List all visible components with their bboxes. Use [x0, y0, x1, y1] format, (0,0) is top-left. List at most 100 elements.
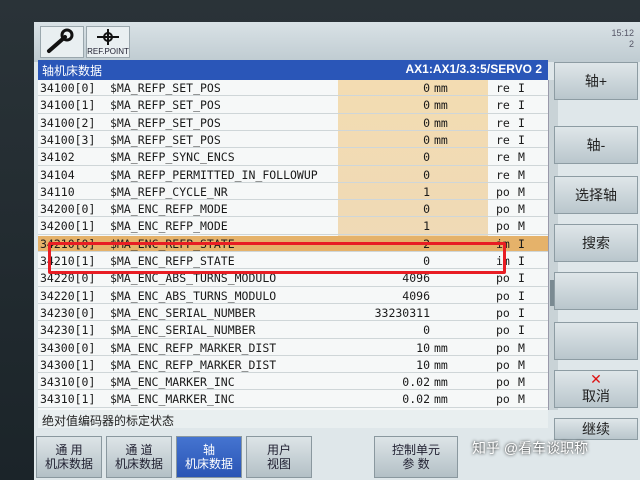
table-row[interactable]: 34310[1] $MA_ENC_MARKER_INC 0.02 mm po M — [38, 391, 548, 408]
param-protection: M — [518, 167, 525, 182]
param-effect: po — [496, 375, 510, 390]
param-protection: M — [518, 184, 525, 199]
param-name: $MA_REFP_PERMITTED_IN_FOLLOWUP — [110, 167, 318, 182]
param-value: 33230311 — [374, 305, 430, 320]
param-protection: M — [518, 375, 525, 390]
param-value: 0 — [423, 323, 430, 338]
param-effect: po — [496, 288, 510, 303]
table-row[interactable]: 34230[0] $MA_ENC_SERIAL_NUMBER 33230311 po I — [38, 305, 548, 322]
cancel-x-icon: ✕ — [590, 371, 602, 387]
table-row[interactable]: 34110 $MA_REFP_CYCLE_NR 1 po M — [38, 184, 548, 201]
table-row[interactable]: 34310[0] $MA_ENC_MARKER_INC 0.02 mm po M — [38, 374, 548, 391]
param-effect: re — [496, 150, 510, 165]
ref-point-button[interactable]: REF.POINT — [86, 26, 130, 58]
param-number: 34100[2] — [40, 115, 96, 130]
param-number: 34310[0] — [40, 375, 96, 390]
ref-point-label: REF.POINT — [87, 47, 129, 56]
param-value: 10 — [416, 357, 430, 372]
title-bar: 轴机床数据 AX1:AX1/3.3:5/SERVO 2 — [38, 60, 548, 80]
param-effect: po — [496, 184, 510, 199]
param-name: $MA_ENC_REFP_MARKER_DIST — [110, 357, 277, 372]
table-row[interactable]: 34102 $MA_REFP_SYNC_ENCS 0 re M — [38, 149, 548, 166]
axis-channel-info: AX1:AX1/3.3:5/SERVO 2 — [405, 62, 542, 76]
param-unit: mm — [434, 357, 448, 372]
param-value: 4096 — [402, 288, 430, 303]
param-effect: po — [496, 340, 510, 355]
param-name: $MA_ENC_SERIAL_NUMBER — [110, 305, 256, 320]
param-value: 0 — [423, 98, 430, 113]
param-number: 34300[0] — [40, 340, 96, 355]
table-row[interactable]: 34300[0] $MA_ENC_REFP_MARKER_DIST 10 mm po M — [38, 340, 548, 356]
param-number: 34102 — [40, 150, 75, 165]
param-effect: po — [496, 357, 510, 372]
param-effect: re — [496, 81, 510, 95]
wrench-icon-button[interactable] — [40, 26, 84, 58]
user-view-tab[interactable]: 用户 视图 — [246, 436, 312, 478]
empty-softkey-1[interactable] — [554, 272, 638, 310]
param-number: 34230[0] — [40, 305, 96, 320]
param-number: 34100[3] — [40, 132, 96, 147]
table-row[interactable]: 34100[0] $MA_REFP_SET_POS 0 mm re I — [38, 80, 548, 97]
table-row[interactable]: 34100[1] $MA_REFP_SET_POS 0 mm re I — [38, 97, 548, 114]
param-name: $MA_ENC_MARKER_INC — [110, 392, 235, 407]
axis-minus-button[interactable]: 轴- — [554, 126, 638, 164]
param-value: 0 — [423, 81, 430, 95]
watermark: 知乎 @看车谈职称 — [472, 440, 589, 456]
param-value: 0 — [423, 115, 430, 130]
ref-point-icon — [97, 29, 119, 45]
clock: 15:12 2 — [611, 28, 634, 49]
param-unit: mm — [434, 132, 448, 147]
param-effect: po — [496, 202, 510, 217]
param-number: 34200[0] — [40, 202, 96, 217]
param-protection: I — [518, 98, 525, 113]
param-name: $MA_ENC_MARKER_INC — [110, 375, 235, 390]
param-effect: re — [496, 132, 510, 147]
page-title: 轴机床数据 — [42, 64, 103, 78]
param-number: 34230[1] — [40, 323, 96, 338]
param-number: 34110 — [40, 184, 75, 199]
param-number: 34100[0] — [40, 81, 96, 95]
top-bar: REF.POINT 15:12 2 — [34, 22, 640, 62]
param-effect: re — [496, 115, 510, 130]
param-value: 0 — [423, 167, 430, 182]
cancel-label: 取消 — [582, 388, 610, 404]
parameter-description: 绝对值编码器的标定状态 — [38, 410, 548, 428]
param-name: $MA_ENC_ABS_TURNS_MODULO — [110, 288, 277, 303]
param-effect: po — [496, 323, 510, 338]
param-name: $MA_ENC_REFP_MODE — [110, 219, 228, 234]
search-button[interactable]: 搜索 — [554, 224, 638, 262]
param-protection: M — [518, 340, 525, 355]
param-name: $MA_REFP_CYCLE_NR — [110, 184, 228, 199]
param-value: 1 — [423, 219, 430, 234]
param-protection: I — [518, 236, 525, 251]
param-number: 34100[1] — [40, 98, 96, 113]
empty-softkey-2[interactable] — [554, 322, 638, 360]
control-unit-params-tab[interactable]: 控制单元 参 数 — [374, 436, 458, 478]
table-row[interactable]: 34100[2] $MA_REFP_SET_POS 0 mm re I — [38, 115, 548, 131]
param-protection: I — [518, 81, 525, 95]
cancel-button[interactable]: ✕ 取消 — [554, 370, 638, 408]
table-row[interactable]: 34200[1] $MA_ENC_REFP_MODE 1 po M — [38, 218, 548, 235]
param-unit: mm — [434, 98, 448, 113]
channel-machine-data-tab[interactable]: 通 道 机床数据 — [106, 436, 172, 478]
param-name: $MA_REFP_SET_POS — [110, 115, 221, 130]
table-row[interactable]: 34220[1] $MA_ENC_ABS_TURNS_MODULO 4096 po I — [38, 288, 548, 304]
param-unit: mm — [434, 340, 448, 355]
table-row[interactable]: 34300[1] $MA_ENC_REFP_MARKER_DIST 10 mm po M — [38, 357, 548, 374]
table-row[interactable]: 34230[1] $MA_ENC_SERIAL_NUMBER 0 po I — [38, 322, 548, 339]
table-row[interactable]: 34100[3] $MA_REFP_SET_POS 0 mm re I — [38, 132, 548, 149]
param-value: 0.02 — [402, 392, 430, 407]
table-row[interactable]: 34104 $MA_REFP_PERMITTED_IN_FOLLOWUP 0 re M — [38, 167, 548, 183]
param-effect: po — [496, 392, 510, 407]
param-unit: mm — [434, 115, 448, 130]
param-value: 0.02 — [402, 375, 430, 390]
select-axis-button[interactable]: 选择轴 — [554, 176, 638, 214]
param-protection: I — [518, 254, 525, 268]
param-effect: re — [496, 167, 510, 182]
param-protection: I — [518, 132, 525, 147]
axis-machine-data-tab[interactable]: 轴 机床数据 — [176, 436, 242, 478]
axis-plus-button[interactable]: 轴+ — [554, 62, 638, 100]
table-row[interactable]: 34200[0] $MA_ENC_REFP_MODE 0 po M — [38, 201, 548, 218]
param-effect: po — [496, 305, 510, 320]
general-machine-data-tab[interactable]: 通 用 机床数据 — [36, 436, 102, 478]
